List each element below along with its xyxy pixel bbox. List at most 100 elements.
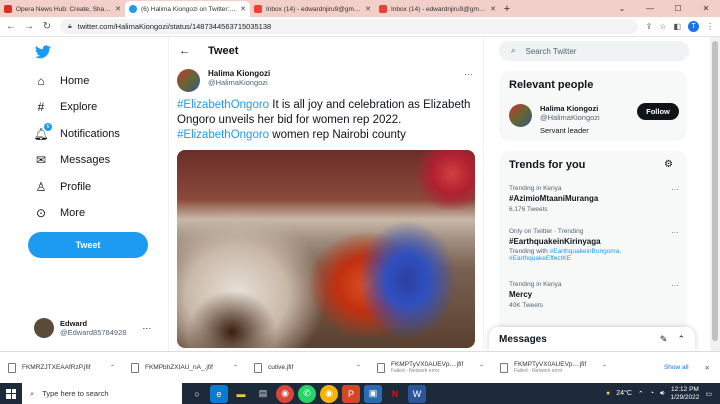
gear-icon[interactable]: ⚙: [664, 159, 673, 170]
new-message-icon[interactable]: ✎: [660, 334, 668, 345]
chevron-down-icon[interactable]: ⌄: [608, 0, 636, 17]
new-tab-button[interactable]: +: [500, 1, 514, 17]
more-icon[interactable]: ···: [671, 185, 679, 194]
download-item[interactable]: FKMRZJTXEAAfRzP.jfif ⌃: [0, 355, 123, 381]
search-input[interactable]: ⌕ Search Twitter: [499, 41, 689, 61]
chrome-icon[interactable]: ◉: [276, 384, 294, 403]
windows-start-icon[interactable]: [0, 383, 22, 404]
download-name: FKMPbhZXIAU_nA_.jfif: [145, 364, 213, 371]
sidebar-item-label: Profile: [60, 181, 92, 193]
powerpoint-icon[interactable]: P: [342, 384, 360, 403]
edge-icon[interactable]: e: [210, 384, 228, 403]
tray-chevron-icon[interactable]: ⌃: [638, 390, 644, 398]
browser-tab[interactable]: Inbox (14) - edwardnjiru9@gma... ✕: [250, 1, 375, 17]
netflix-icon[interactable]: N: [386, 385, 404, 403]
weather-icon[interactable]: ●: [606, 390, 610, 397]
chevron-up-icon[interactable]: ⌃: [479, 364, 484, 371]
user-handle: @Edward85784928: [60, 328, 127, 337]
task-view-icon[interactable]: ○: [188, 385, 206, 403]
chrome-icon[interactable]: ◉: [320, 384, 338, 403]
chevron-up-icon[interactable]: ⌃: [602, 364, 607, 371]
sidebar-item-home[interactable]: ⌂ Home: [34, 74, 89, 88]
gmail-icon: [379, 5, 387, 13]
trend-count: 6,176 Tweets: [509, 206, 548, 213]
more-icon[interactable]: ···: [142, 323, 151, 333]
tweet-photo[interactable]: [177, 150, 475, 348]
sidebar-item-explore[interactable]: # Explore: [34, 100, 98, 114]
browser-tab[interactable]: Inbox (14) - edwardnjiru9@gma... ✕: [375, 1, 500, 17]
sidebar-item-more[interactable]: ⊙ More: [34, 206, 85, 220]
minimize-icon[interactable]: —: [636, 0, 664, 17]
download-item[interactable]: cutive.jfif ⌃: [246, 355, 369, 381]
download-item[interactable]: FKMPTyVX0AUEVp....jfif Failed - Network e…: [369, 355, 492, 381]
download-item[interactable]: FKMPbhZXIAU_nA_.jfif ⌃: [123, 355, 246, 381]
show-all-link[interactable]: Show all: [664, 364, 689, 371]
chevron-up-icon[interactable]: ⌃: [356, 364, 361, 371]
scrollbar-thumb[interactable]: [712, 41, 718, 341]
close-icon[interactable]: ✕: [240, 5, 246, 13]
hashtag-link[interactable]: #ElizabethOngoro: [177, 129, 269, 141]
chevron-up-icon[interactable]: ⌃: [233, 364, 238, 371]
chevron-up-icon[interactable]: ⌃: [677, 334, 685, 345]
search-placeholder: Search Twitter: [525, 46, 577, 56]
tab-title: (6) Halima Kiongozi on Twitter: "#...: [141, 5, 237, 13]
reload-icon[interactable]: ↻: [42, 21, 52, 32]
messages-drawer[interactable]: Messages ✎ ⌃: [489, 327, 695, 351]
sidebar-item-notifications[interactable]: 🔔︎ 6 Notifications: [33, 123, 120, 141]
more-icon[interactable]: ···: [671, 228, 679, 237]
profile-avatar[interactable]: T: [688, 21, 699, 32]
tweet-author[interactable]: Halima Kiongozi @HalimaKiongozi: [177, 69, 270, 92]
close-icon[interactable]: ✕: [705, 364, 710, 372]
close-window-icon[interactable]: ✕: [692, 0, 720, 17]
trend-item[interactable]: Trending in Kenya #AzimioMtaaniMuranga 6…: [509, 185, 679, 213]
word-icon[interactable]: W: [408, 384, 426, 403]
trend-item[interactable]: Trending in Kenya Mercy 40K Tweets ···: [509, 281, 679, 309]
more-icon[interactable]: ···: [464, 69, 473, 79]
hashtag-icon: #: [37, 100, 45, 114]
trend-item[interactable]: Only on Twitter · Trending #Earthquakein…: [509, 228, 679, 262]
forward-arrow-icon[interactable]: →: [24, 21, 34, 32]
file-explorer-icon[interactable]: ▬: [232, 385, 250, 403]
account-switcher[interactable]: Edward @Edward85784928 ···: [34, 318, 151, 338]
menu-icon[interactable]: ⋮: [706, 22, 714, 31]
chevron-up-icon[interactable]: ⌃: [110, 364, 115, 371]
tweet-button[interactable]: Tweet: [28, 232, 148, 258]
temperature[interactable]: 24°C: [616, 390, 632, 397]
store-icon[interactable]: ▤: [254, 385, 272, 403]
network-icon[interactable]: ◔: [650, 390, 654, 397]
back-arrow-icon[interactable]: ←: [179, 45, 190, 57]
whatsapp-icon[interactable]: ✆: [298, 384, 316, 403]
follow-button[interactable]: Follow: [637, 103, 679, 120]
scrollbar[interactable]: [710, 37, 720, 351]
photos-icon[interactable]: ▣: [364, 384, 382, 403]
taskbar-search[interactable]: ⌕ Type here to search: [22, 383, 182, 404]
notification-center-icon[interactable]: ▭: [705, 390, 712, 398]
browser-tab[interactable]: Opera News Hub: Create, Share... ✕: [0, 1, 125, 17]
download-item[interactable]: FKMPTyVX0AUEVp....jfif Failed - Network e…: [492, 355, 615, 381]
sidebar-item-profile[interactable]: ♙ Profile: [34, 180, 92, 194]
volume-icon[interactable]: 🔊︎: [660, 390, 664, 398]
more-icon[interactable]: ···: [671, 281, 679, 290]
maximize-icon[interactable]: ☐: [664, 0, 692, 17]
close-icon[interactable]: ✕: [115, 5, 121, 13]
page-title: Tweet: [208, 45, 239, 57]
author-name: Halima Kiongozi: [208, 69, 271, 78]
close-icon[interactable]: ✕: [365, 5, 371, 13]
downloads-bar: FKMRZJTXEAAfRzP.jfif ⌃ FKMPbhZXIAU_nA_.j…: [0, 351, 720, 383]
trend-name: #EarthquakeinKirinyaga: [509, 237, 601, 246]
sidebar-item-messages[interactable]: ✉ Messages: [34, 153, 110, 167]
clock[interactable]: 12:12 PM 1/29/2022: [670, 386, 699, 402]
close-icon[interactable]: ✕: [490, 5, 496, 13]
url-field[interactable]: 🔒︎ twitter.com/HalimaKiongozi/status/148…: [60, 19, 638, 34]
extensions-icon[interactable]: ◧: [673, 22, 681, 31]
twitter-logo-icon[interactable]: [35, 45, 51, 62]
card-title: Relevant people: [509, 79, 594, 91]
tab-title: Inbox (14) - edwardnjiru9@gma...: [391, 5, 487, 13]
hashtag-link[interactable]: #ElizabethOngoro: [177, 99, 269, 111]
share-icon[interactable]: ⇪: [646, 22, 653, 31]
gmail-icon: [254, 5, 262, 13]
browser-tab-active[interactable]: (6) Halima Kiongozi on Twitter: "#... ✕: [125, 1, 250, 17]
star-icon[interactable]: ☆: [659, 22, 666, 31]
back-arrow-icon[interactable]: ←: [6, 21, 16, 32]
relevant-user[interactable]: Halima Kiongozi @HalimaKiongozi Servant …: [509, 104, 600, 135]
